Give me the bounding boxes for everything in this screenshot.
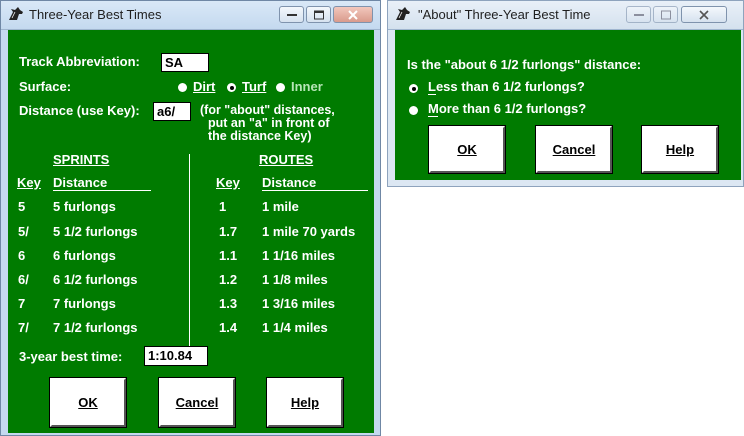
sprint-distance: 7 1/2 furlongs: [53, 320, 138, 335]
route-key: 1.4: [219, 320, 238, 335]
route-key: 1.1: [219, 248, 238, 263]
about-ok-button[interactable]: OK: [428, 125, 506, 174]
sprint-distance: 6 1/2 furlongs: [53, 272, 138, 287]
about-minimize-button: [626, 6, 651, 23]
surface-inner-radio: [276, 83, 285, 92]
routes-distance-underline: [262, 190, 368, 191]
sprint-distance: 7 furlongs: [53, 296, 116, 311]
sprint-distance: 5 furlongs: [53, 199, 116, 214]
route-key: 1: [219, 199, 227, 214]
surface-inner-label: Inner: [291, 79, 323, 94]
about-close-button[interactable]: [681, 6, 727, 23]
surface-label: Surface:: [19, 79, 72, 94]
close-button[interactable]: [333, 6, 373, 23]
sprint-distance: 6 furlongs: [53, 248, 116, 263]
main-window: Three-Year Best Times Track Abbreviation…: [0, 0, 381, 436]
about-question: Is the "about 6 1/2 furlongs" distance:: [407, 57, 642, 72]
maximize-icon: [660, 10, 671, 19]
sprints-key-header: Key: [17, 175, 41, 190]
route-distance: 1 mile: [262, 199, 299, 214]
about-titlebar[interactable]: "About" Three-Year Best Time: [388, 1, 743, 30]
sprint-key: 6/: [18, 272, 29, 287]
about-window-title: "About" Three-Year Best Time: [418, 7, 591, 22]
routes-key-header: Key: [216, 175, 240, 190]
surface-dirt-label[interactable]: Dirt: [193, 79, 215, 94]
surface-turf-label[interactable]: Turf: [242, 79, 266, 94]
route-key: 1.2: [219, 272, 238, 287]
minimize-icon: [286, 13, 297, 16]
column-divider: [189, 154, 190, 347]
sprint-key: 7/: [18, 320, 29, 335]
sprints-distance-header: Distance: [53, 175, 108, 190]
maximize-button[interactable]: [306, 6, 331, 23]
sprints-header: SPRINTS: [53, 152, 110, 167]
route-distance: 1 1/16 miles: [262, 248, 335, 263]
main-window-title: Three-Year Best Times: [29, 7, 162, 22]
less-than-label[interactable]: Less than 6 1/2 furlongs?: [428, 79, 585, 94]
main-titlebar[interactable]: Three-Year Best Times: [1, 1, 380, 30]
distance-note-line-1: (for "about" distances,: [200, 103, 335, 117]
surface-dirt-radio[interactable]: [178, 83, 187, 92]
distance-note-line-3: the distance Key): [208, 129, 312, 143]
close-icon: [348, 9, 358, 20]
more-than-underline: [428, 116, 438, 117]
route-key: 1.7: [219, 224, 238, 239]
more-than-radio[interactable]: [409, 106, 418, 115]
more-than-label[interactable]: More than 6 1/2 furlongs?: [428, 101, 586, 116]
help-button[interactable]: Help: [266, 377, 344, 428]
about-help-button[interactable]: Help: [641, 125, 719, 174]
close-icon: [699, 9, 709, 20]
main-dialog-body: Track Abbreviation: SA Surface: Dirt Tur…: [8, 30, 374, 433]
route-distance: 1 1/8 miles: [262, 272, 328, 287]
route-distance: 1 mile 70 yards: [262, 224, 356, 239]
less-than-underline: [428, 94, 436, 95]
maximize-icon: [313, 10, 324, 19]
sprint-key: 6: [18, 248, 26, 263]
sprint-distance: 5 1/2 furlongs: [53, 224, 138, 239]
minimize-button[interactable]: [279, 6, 304, 23]
sprint-key: 5/: [18, 224, 29, 239]
best-time-label: 3-year best time:: [19, 349, 123, 364]
distance-note-line-2: put an "a" in front of: [208, 116, 330, 130]
track-label: Track Abbreviation:: [19, 54, 140, 69]
distance-input[interactable]: a6/: [153, 102, 191, 121]
sprints-distance-underline: [53, 190, 151, 191]
routes-header: ROUTES: [259, 152, 314, 167]
about-maximize-button: [653, 6, 678, 23]
surface-turf-radio[interactable]: [227, 83, 236, 92]
about-window: "About" Three-Year Best Time Is the "abo…: [387, 0, 744, 187]
about-dialog-body: Is the "about 6 1/2 furlongs" distance: …: [395, 30, 741, 180]
horse-head-icon: [9, 7, 23, 20]
minimize-icon: [633, 13, 644, 16]
ok-button[interactable]: OK: [49, 377, 127, 428]
best-time-field: 1:10.84: [144, 346, 208, 366]
horse-head-icon: [396, 7, 410, 20]
less-than-radio[interactable]: [409, 84, 418, 93]
sprint-key: 7: [18, 296, 26, 311]
track-abbreviation-input[interactable]: SA: [161, 53, 209, 72]
sprint-key: 5: [18, 199, 26, 214]
cancel-button[interactable]: Cancel: [158, 377, 236, 428]
route-key: 1.3: [219, 296, 238, 311]
routes-distance-header: Distance: [262, 175, 317, 190]
route-distance: 1 1/4 miles: [262, 320, 328, 335]
about-cancel-button[interactable]: Cancel: [535, 125, 613, 174]
distance-label: Distance (use Key):: [19, 103, 140, 118]
route-distance: 1 3/16 miles: [262, 296, 335, 311]
